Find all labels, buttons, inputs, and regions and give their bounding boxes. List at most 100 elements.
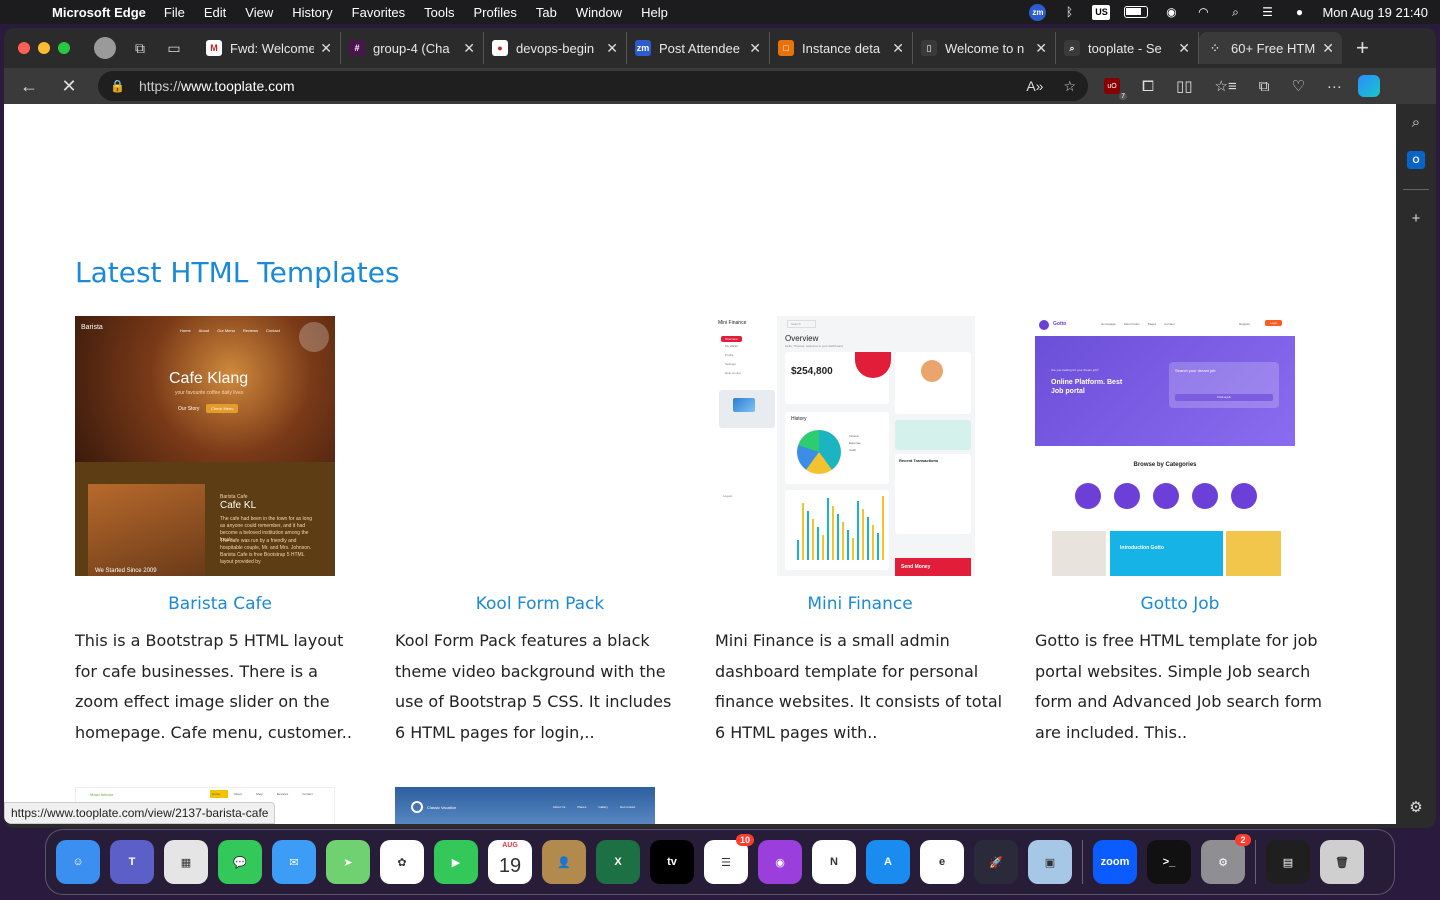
close-tab-icon[interactable]: ✕ [320, 40, 332, 57]
close-tab-icon[interactable]: ✕ [463, 40, 475, 57]
app-store-dock-icon[interactable]: A [866, 840, 910, 884]
excel-dock-icon[interactable]: X [596, 840, 640, 884]
zoom-lens-icon[interactable] [299, 322, 329, 352]
launchpad-dock-icon[interactable]: ▦ [164, 840, 208, 884]
close-tab-icon[interactable]: ✕ [1035, 40, 1047, 57]
template-card-gotto-job[interactable]: Gotto Homepage About Gotto Pages Contact… [1035, 316, 1325, 748]
browser-tab[interactable]: ⁘ 60+ Free HTM ✕ [1199, 32, 1342, 64]
template-card-barista-cafe[interactable]: Barista Home About Our Menu Reviews Cont… [75, 316, 365, 748]
new-tab-button[interactable]: + [1356, 35, 1369, 61]
menu-favorites[interactable]: Favorites [352, 5, 405, 20]
menu-window[interactable]: Window [576, 5, 622, 20]
browser-tab[interactable]: zm Post Attendee ✕ [627, 32, 770, 64]
menu-help[interactable]: Help [641, 5, 668, 20]
search-icon[interactable]: ⌕ [1226, 4, 1244, 20]
contacts-dock-icon[interactable]: 👤 [542, 840, 586, 884]
workspaces-icon[interactable]: ⧉ [130, 38, 150, 58]
profile-avatar[interactable] [94, 37, 116, 59]
split-screen-icon[interactable]: ▯▯ [1176, 77, 1193, 95]
menu-history[interactable]: History [292, 5, 332, 20]
messages-dock-icon[interactable]: 💬 [218, 840, 262, 884]
menu-profiles[interactable]: Profiles [474, 5, 517, 20]
input-us-icon[interactable]: US [1092, 4, 1111, 20]
clock[interactable]: Mon Aug 19 21:40 [1322, 5, 1428, 20]
zoom-dock-icon[interactable]: zoom [1093, 840, 1137, 884]
menu-tools[interactable]: Tools [424, 5, 454, 20]
browser-tab[interactable]: M Fwd: Welcome ✕ [198, 32, 341, 64]
more-menu-icon[interactable]: ··· [1327, 78, 1342, 95]
reminders-dock-icon[interactable]: ☰ 10 [704, 834, 754, 884]
calendar-dock-icon[interactable]: AUG 19 [488, 840, 532, 884]
close-tab-icon[interactable]: ✕ [1178, 40, 1190, 57]
trash-dock-icon[interactable]: 🗑 [1320, 840, 1364, 884]
finder-dock-icon[interactable]: ☺ [56, 840, 100, 884]
ublock-extension-icon[interactable]: uO 7 [1104, 78, 1127, 100]
template-name[interactable]: Kool Form Pack [395, 594, 685, 614]
teams-dock-icon[interactable]: T [110, 840, 154, 884]
system-settings-dock-icon[interactable]: ⚙ 2 [1201, 834, 1251, 884]
template-thumbnail-next-2[interactable]: Classic Vacation About Us Places Gallery… [395, 787, 655, 824]
siri-icon[interactable]: ● [1290, 4, 1308, 20]
browser-tab[interactable]: # group-4 (Cha ✕ [341, 32, 484, 64]
extensions-icon[interactable]: ⧠ [1142, 78, 1154, 95]
template-name[interactable]: Gotto Job [1035, 594, 1325, 614]
favorite-star-icon[interactable]: ☆ [1063, 78, 1076, 95]
outlook-icon[interactable]: O [1407, 151, 1425, 169]
browser-tab[interactable]: ⌕ tooplate - Se ✕ [1056, 32, 1199, 64]
browser-essentials-icon[interactable]: ♡ [1291, 77, 1304, 95]
photos-dock-icon[interactable]: ✿ [380, 840, 424, 884]
menu-tab[interactable]: Tab [536, 5, 557, 20]
edge-dock-icon[interactable]: e [920, 840, 964, 884]
menu-view[interactable]: View [245, 5, 273, 20]
close-window-button[interactable] [18, 42, 30, 54]
back-button[interactable]: ← [14, 76, 44, 97]
copilot-icon[interactable] [1357, 75, 1380, 97]
news-dock-icon[interactable]: N [812, 840, 856, 884]
template-thumbnail-mini-finance[interactable]: Mini Finance Overview My Wallet Profile … [715, 316, 975, 576]
close-tab-icon[interactable]: ✕ [892, 40, 904, 57]
zoom-status-icon[interactable]: zm [1029, 3, 1047, 21]
template-card-mini-finance[interactable]: Mini Finance Overview My Wallet Profile … [715, 316, 1005, 748]
close-tab-icon[interactable]: ✕ [606, 40, 618, 57]
sidebar-search-icon[interactable]: ⌕ [1412, 114, 1420, 131]
app-name-menu[interactable]: Microsoft Edge [52, 5, 146, 20]
facetime-dock-icon[interactable]: ▶ [434, 840, 478, 884]
template-thumbnail-gotto[interactable]: Gotto Homepage About Gotto Pages Contact… [1035, 316, 1295, 576]
downloads-dock-icon[interactable]: ▤ [1266, 840, 1310, 884]
sidebar-settings-icon[interactable]: ⚙ [1409, 798, 1422, 816]
sidebar-add-icon[interactable]: + [1412, 210, 1421, 227]
browser-tab[interactable]: □ Instance deta ✕ [770, 32, 913, 64]
template-thumbnail-kool-loading[interactable] [395, 316, 655, 576]
template-card-kool-form-pack[interactable]: Kool Form Pack Kool Form Pack features a… [395, 316, 685, 748]
menu-edit[interactable]: Edit [204, 5, 226, 20]
minimize-window-button[interactable] [38, 42, 50, 54]
apple-tv-dock-icon[interactable]: tv [650, 840, 694, 884]
bluetooth-icon[interactable]: ᛒ [1060, 4, 1078, 20]
fullscreen-window-button[interactable] [58, 42, 70, 54]
collections-icon[interactable]: ⧉ [1259, 78, 1270, 95]
browser-tab[interactable]: ● devops-begin ✕ [484, 32, 627, 64]
mail-dock-icon[interactable]: ✉ [272, 840, 316, 884]
user-icon[interactable]: ◉ [1162, 4, 1180, 20]
stop-loading-button[interactable]: ✕ [54, 76, 84, 97]
favorites-icon[interactable]: ☆≡ [1215, 77, 1237, 95]
close-tab-icon[interactable]: ✕ [749, 40, 761, 57]
control-center-icon[interactable]: ☰ [1258, 4, 1276, 20]
wifi-icon[interactable]: ◠ [1194, 4, 1212, 20]
template-name[interactable]: Barista Cafe [75, 594, 365, 614]
read-aloud-icon[interactable]: A» [1026, 78, 1043, 95]
maps-dock-icon[interactable]: ➤ [326, 840, 370, 884]
preview-dock-icon[interactable]: ▣ [1028, 840, 1072, 884]
battery-icon[interactable] [1124, 6, 1149, 18]
template-name[interactable]: Mini Finance [715, 594, 1005, 614]
menu-file[interactable]: File [164, 5, 185, 20]
close-tab-icon[interactable]: ✕ [1322, 40, 1334, 57]
browser-tab[interactable]: ▯ Welcome to n ✕ [913, 32, 1056, 64]
tab-actions-icon[interactable]: ▭ [164, 38, 184, 58]
lock-icon[interactable]: 🔒 [110, 79, 125, 93]
rocket-dock-icon[interactable]: 🚀 [974, 840, 1018, 884]
terminal-dock-icon[interactable]: >_ [1147, 840, 1191, 884]
address-bar[interactable]: 🔒 https://www.tooplate.com A» ☆ [98, 71, 1088, 101]
podcasts-dock-icon[interactable]: ◉ [758, 840, 802, 884]
template-thumbnail-barista[interactable]: Barista Home About Our Menu Reviews Cont… [75, 316, 335, 576]
